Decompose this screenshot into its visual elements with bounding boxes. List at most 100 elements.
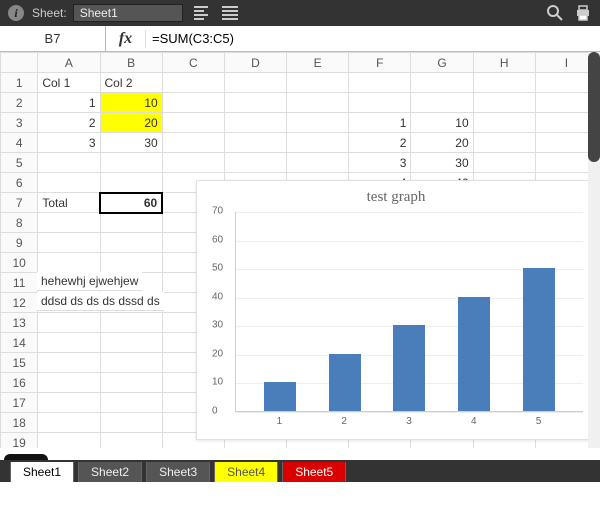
cell-A4[interactable]: 3	[38, 133, 100, 153]
sheet-name-input[interactable]	[73, 4, 183, 22]
row-header-11[interactable]: 11	[1, 273, 38, 293]
cell-A3[interactable]: 2	[38, 113, 100, 133]
cell-G3[interactable]: 10	[411, 113, 473, 133]
cell-A18[interactable]	[38, 413, 100, 433]
cell-A7[interactable]: Total	[38, 193, 100, 213]
cell-A16[interactable]	[38, 373, 100, 393]
cell-B10[interactable]	[100, 253, 162, 273]
cell-F3[interactable]: 1	[349, 113, 411, 133]
cell-D3[interactable]	[224, 113, 286, 133]
cell-B15[interactable]	[100, 353, 162, 373]
row-header-2[interactable]: 2	[1, 93, 38, 113]
cell-G1[interactable]	[411, 73, 473, 93]
cell-B3[interactable]: 20	[100, 113, 162, 133]
col-header-C[interactable]: C	[162, 53, 224, 73]
cell-G2[interactable]	[411, 93, 473, 113]
row-header-14[interactable]: 14	[1, 333, 38, 353]
row-header-12[interactable]: 12	[1, 293, 38, 313]
row-header-10[interactable]: 10	[1, 253, 38, 273]
row-header-5[interactable]: 5	[1, 153, 38, 173]
cell-A14[interactable]	[38, 333, 100, 353]
cell-B18[interactable]	[100, 413, 162, 433]
row-header-15[interactable]: 15	[1, 353, 38, 373]
align-left-icon[interactable]	[193, 4, 211, 22]
cell-D2[interactable]	[224, 93, 286, 113]
col-header-A[interactable]: A	[38, 53, 100, 73]
cell-B1[interactable]: Col 2	[100, 73, 162, 93]
cell-A10[interactable]	[38, 253, 100, 273]
cell-C2[interactable]	[162, 93, 224, 113]
cell-B8[interactable]	[100, 213, 162, 233]
cell-D5[interactable]	[224, 153, 286, 173]
row-header-9[interactable]: 9	[1, 233, 38, 253]
cell-E1[interactable]	[287, 73, 349, 93]
col-header-E[interactable]: E	[287, 53, 349, 73]
cell-C3[interactable]	[162, 113, 224, 133]
cell-C4[interactable]	[162, 133, 224, 153]
cell-D4[interactable]	[224, 133, 286, 153]
cell-A9[interactable]	[38, 233, 100, 253]
row-header-4[interactable]: 4	[1, 133, 38, 153]
cell-B13[interactable]	[100, 313, 162, 333]
spreadsheet-grid[interactable]: ABCDEFGHI1Col 1Col 221103220110433022053…	[0, 52, 600, 482]
cell-F5[interactable]: 3	[349, 153, 411, 173]
cell-E2[interactable]	[287, 93, 349, 113]
cell-A12[interactable]	[38, 293, 100, 313]
cell-B5[interactable]	[100, 153, 162, 173]
print-icon[interactable]	[574, 4, 592, 22]
cell-A15[interactable]	[38, 353, 100, 373]
cell-B9[interactable]	[100, 233, 162, 253]
cell-G5[interactable]: 30	[411, 153, 473, 173]
cell-B7[interactable]: 60	[100, 193, 162, 213]
cell-A2[interactable]: 1	[38, 93, 100, 113]
vertical-scrollbar[interactable]	[588, 52, 600, 482]
sheet-tab-sheet1[interactable]: Sheet1	[10, 462, 74, 482]
cell-F2[interactable]	[349, 93, 411, 113]
row-header-8[interactable]: 8	[1, 213, 38, 233]
cell-C5[interactable]	[162, 153, 224, 173]
cell-B16[interactable]	[100, 373, 162, 393]
cell-A13[interactable]	[38, 313, 100, 333]
row-header-17[interactable]: 17	[1, 393, 38, 413]
row-header-3[interactable]: 3	[1, 113, 38, 133]
col-header-D[interactable]: D	[224, 53, 286, 73]
row-header-1[interactable]: 1	[1, 73, 38, 93]
cell-H5[interactable]	[473, 153, 535, 173]
cell-H3[interactable]	[473, 113, 535, 133]
cell-C1[interactable]	[162, 73, 224, 93]
sheet-tab-sheet5[interactable]: Sheet5	[282, 462, 346, 482]
cell-E4[interactable]	[287, 133, 349, 153]
cell-E3[interactable]	[287, 113, 349, 133]
cell-D1[interactable]	[224, 73, 286, 93]
corner-cell[interactable]	[1, 53, 38, 73]
cell-A5[interactable]	[38, 153, 100, 173]
cell-B2[interactable]: 10	[100, 93, 162, 113]
cell-reference[interactable]: B7	[0, 26, 106, 51]
cell-A6[interactable]	[38, 173, 100, 193]
cell-F4[interactable]: 2	[349, 133, 411, 153]
cell-A1[interactable]: Col 1	[38, 73, 100, 93]
cell-H2[interactable]	[473, 93, 535, 113]
cell-H1[interactable]	[473, 73, 535, 93]
row-header-13[interactable]: 13	[1, 313, 38, 333]
info-icon[interactable]: i	[8, 5, 24, 21]
cell-B6[interactable]	[100, 173, 162, 193]
embedded-chart[interactable]: test graph 010203040506070 12345	[196, 180, 596, 440]
sheet-tab-sheet4[interactable]: Sheet4	[214, 462, 278, 482]
cell-B14[interactable]	[100, 333, 162, 353]
cell-A8[interactable]	[38, 213, 100, 233]
sheet-tab-sheet3[interactable]: Sheet3	[146, 462, 210, 482]
search-icon[interactable]	[546, 4, 564, 22]
cell-B17[interactable]	[100, 393, 162, 413]
cell-A17[interactable]	[38, 393, 100, 413]
row-header-18[interactable]: 18	[1, 413, 38, 433]
cell-B11[interactable]	[100, 273, 162, 293]
col-header-B[interactable]: B	[100, 53, 162, 73]
cell-E5[interactable]	[287, 153, 349, 173]
row-header-16[interactable]: 16	[1, 373, 38, 393]
row-header-7[interactable]: 7	[1, 193, 38, 213]
col-header-G[interactable]: G	[411, 53, 473, 73]
vertical-scroll-thumb[interactable]	[588, 52, 600, 162]
cell-G4[interactable]: 20	[411, 133, 473, 153]
sheet-tab-sheet2[interactable]: Sheet2	[78, 462, 142, 482]
